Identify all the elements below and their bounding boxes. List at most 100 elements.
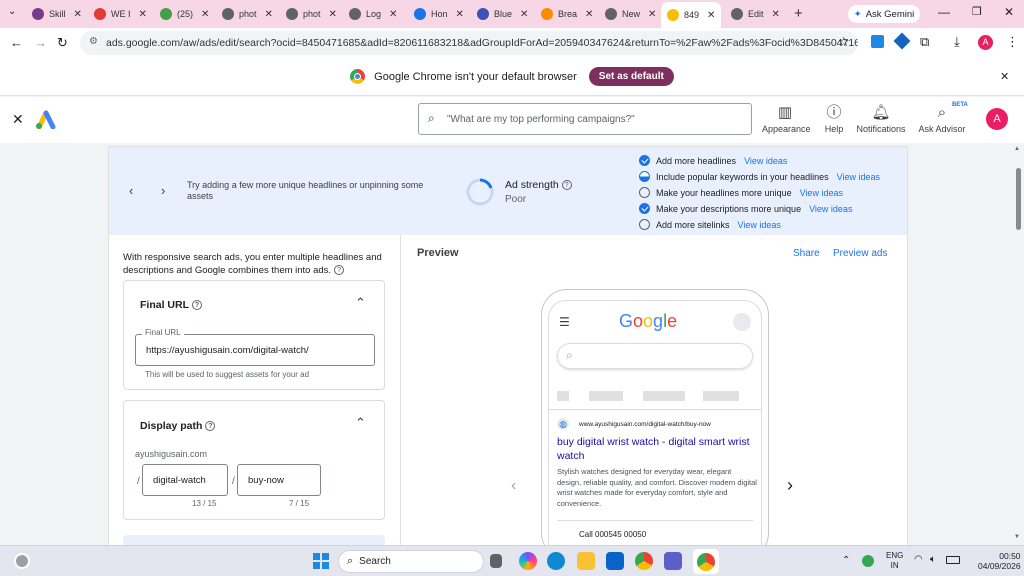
language-indicator[interactable]: ENG IN [886, 551, 903, 571]
view-ideas-link[interactable]: View ideas [837, 172, 880, 182]
tab-close-icon[interactable]: ✕ [265, 9, 273, 20]
browser-tab[interactable]: phot ✕ [286, 4, 337, 24]
forward-icon[interactable]: → [34, 35, 47, 50]
extension-m-icon[interactable] [871, 35, 884, 48]
browser-tab[interactable]: phot ✕ [222, 4, 273, 24]
tab-close-icon[interactable]: ✕ [329, 9, 337, 20]
edge-icon[interactable] [547, 552, 565, 570]
path1-input[interactable]: digital-watch [142, 464, 228, 496]
tab-close-icon[interactable]: ✕ [707, 10, 715, 21]
tray-app-icon[interactable] [862, 555, 874, 567]
tab-close-icon[interactable]: ✕ [389, 9, 397, 20]
browser-tab[interactable]: Edit ✕ [731, 4, 780, 24]
tab-close-icon[interactable]: ✕ [520, 9, 528, 20]
account-avatar[interactable]: A [986, 108, 1008, 130]
preview-title: Preview [417, 247, 459, 259]
browser-tab[interactable]: New ✕ [605, 4, 656, 24]
clock[interactable]: 00:50 04/09/2026 [978, 551, 1021, 571]
view-ideas-link[interactable]: View ideas [744, 156, 787, 166]
preview-ads-link[interactable]: Preview ads [833, 248, 887, 259]
scrollbar-thumb[interactable] [1016, 168, 1021, 230]
tab-close-icon[interactable]: ✕ [585, 9, 593, 20]
tab-favicon-icon [94, 8, 106, 20]
infobar-close-icon[interactable]: ✕ [1000, 70, 1009, 83]
rsa-help-icon[interactable]: ? [334, 265, 345, 276]
browser-tab[interactable]: Hon ✕ [414, 4, 464, 24]
tab-close-icon[interactable]: ✕ [139, 9, 147, 20]
scroll-down-icon[interactable]: ▼ [1014, 534, 1020, 540]
window-close-icon[interactable]: ✕ [1004, 5, 1014, 19]
preview-ad-headline[interactable]: buy digital wrist watch - digital smart … [557, 435, 753, 463]
final-url-collapse-icon[interactable]: ⌃ [355, 295, 366, 311]
copilot-icon[interactable] [519, 552, 537, 570]
outlook-icon[interactable] [606, 552, 624, 570]
set-as-default-button[interactable]: Set as default [588, 67, 674, 86]
browser-tab[interactable]: (25) ✕ [160, 4, 209, 24]
scroll-up-icon[interactable]: ▲ [1014, 146, 1020, 152]
ask-gemini-button[interactable]: ✦ Ask Gemini [848, 5, 920, 23]
tab-close-icon[interactable]: ✕ [74, 9, 82, 20]
tab-favicon-icon [667, 9, 679, 21]
tab-close-icon[interactable]: ✕ [201, 9, 209, 20]
preview-prev-icon[interactable]: ‹ [511, 477, 516, 495]
tab-search-chevron-icon[interactable]: ⌄ [8, 6, 16, 17]
close-editor-icon[interactable]: ✕ [12, 111, 24, 128]
download-icon[interactable]: ⤓ [954, 34, 960, 50]
task-view-icon[interactable] [490, 554, 502, 568]
previous-tip-icon[interactable]: ‹ [129, 183, 133, 198]
battery-icon[interactable] [946, 556, 960, 564]
tab-close-icon[interactable]: ✕ [648, 9, 656, 20]
page-scrollbar[interactable]: ▲ ▼ [1014, 146, 1022, 544]
browser-tab[interactable]: Blue ✕ [477, 4, 528, 24]
site-info-icon[interactable]: ⚙ [89, 36, 98, 47]
wifi-icon[interactable]: ◠ [914, 554, 923, 565]
view-ideas-link[interactable]: View ideas [800, 188, 843, 198]
share-link[interactable]: Share [793, 248, 820, 259]
help-button[interactable]: ⓘ Help [820, 105, 848, 135]
ads-search-input[interactable]: ⌕ "What are my top performing campaigns?… [418, 103, 752, 135]
preview-filter-chip [557, 391, 569, 401]
view-ideas-link[interactable]: View ideas [809, 204, 852, 214]
final-url-help-icon[interactable]: ? [192, 300, 202, 311]
notifications-button[interactable]: 🔔︎ Notifications [855, 105, 907, 135]
view-ideas-link[interactable]: View ideas [738, 220, 781, 230]
browser-tab[interactable]: 849 ✕ [661, 2, 722, 28]
extension-cube-icon[interactable] [893, 32, 911, 50]
final-url-input[interactable]: https://ayushigusain.com/digital-watch/ [135, 334, 375, 366]
taskbar-search[interactable]: ⌕ Search [338, 550, 484, 573]
chrome-taskbar-icon[interactable] [635, 552, 653, 570]
browser-tab[interactable]: Skill ✕ [32, 4, 82, 24]
display-path-collapse-icon[interactable]: ⌃ [355, 415, 366, 431]
google-logo-letter: g [653, 311, 664, 331]
preview-next-icon[interactable]: › [787, 475, 793, 496]
minimize-icon[interactable]: — [938, 5, 950, 19]
ask-advisor-button[interactable]: ⌕ Ask Advisor BETA [917, 102, 967, 134]
file-explorer-icon[interactable] [577, 552, 595, 570]
next-tip-icon[interactable]: › [161, 183, 165, 198]
browser-profile-avatar[interactable]: A [978, 35, 993, 50]
volume-icon[interactable]: 🔈︎ [930, 554, 936, 565]
tab-close-icon[interactable]: ✕ [456, 9, 464, 20]
address-bar[interactable]: ⚙ ads.google.com/aw/ads/edit/search?ocid… [80, 31, 858, 55]
appearance-button[interactable]: ▥ Appearance [762, 105, 811, 135]
teams-icon[interactable] [664, 552, 682, 570]
tray-overflow-icon[interactable]: ⌃ [842, 555, 850, 566]
weather-icon[interactable] [14, 553, 30, 569]
path2-input[interactable]: buy-now [237, 464, 321, 496]
browser-tab[interactable]: WE I ✕ [94, 4, 147, 24]
browser-menu-icon[interactable]: ⋮ [1006, 34, 1019, 50]
restore-icon[interactable]: ❐ [972, 5, 982, 18]
windows-start-icon[interactable] [313, 553, 329, 569]
back-icon[interactable]: ← [10, 35, 23, 50]
display-path-help-icon[interactable]: ? [205, 421, 216, 432]
browser-tab[interactable]: Brea ✕ [541, 4, 593, 24]
final-url-card: Final URL? ⌃ https://ayushigusain.com/di… [123, 280, 385, 390]
reload-icon[interactable]: ↻ [57, 35, 68, 51]
ad-strength-help-icon[interactable]: ? [561, 180, 572, 191]
browser-tab[interactable]: Log ✕ [349, 4, 397, 24]
bookmark-star-icon[interactable]: ☆ [838, 34, 850, 50]
extensions-puzzle-icon[interactable]: ⧉ [920, 34, 929, 50]
ad-strength-banner: ‹ › Try adding a few more unique headlin… [109, 147, 907, 235]
new-tab-button[interactable]: + [794, 5, 803, 22]
tab-close-icon[interactable]: ✕ [772, 9, 780, 20]
